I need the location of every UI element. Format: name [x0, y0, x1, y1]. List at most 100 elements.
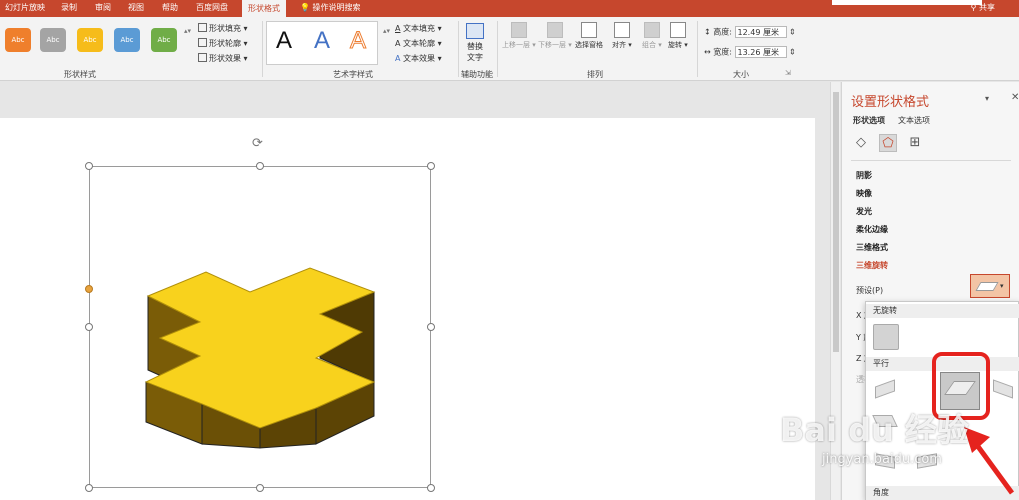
shape-style-gold[interactable]: Abc	[77, 28, 103, 52]
image-icon	[466, 23, 484, 39]
shape-fill-button[interactable]: 形状填充 ▾	[198, 23, 248, 34]
bring-forward-icon	[510, 22, 527, 38]
slide[interactable]: ⟳	[0, 118, 815, 500]
group-button[interactable]: 组合 ▾	[642, 22, 662, 50]
section-reflection[interactable]: 映像	[856, 188, 872, 199]
preset-dropdown-button[interactable]: ▾	[970, 274, 1010, 298]
scrollbar-thumb[interactable]	[833, 92, 839, 352]
gallery-header-no-rotation: 无旋转	[866, 304, 1019, 318]
tab-baidu-netdisk[interactable]: 百度网盘	[196, 2, 228, 13]
height-input[interactable]: 12.49 厘米	[734, 26, 787, 38]
bring-forward-button[interactable]: 上移一层 ▾	[502, 22, 536, 50]
shape-effects-button[interactable]: 形状效果 ▾	[198, 53, 248, 64]
group-label-size: 大小	[733, 70, 749, 79]
pane-options-chevron-icon[interactable]: ▾	[985, 94, 989, 103]
section-3d-rotation[interactable]: 三维旋转	[856, 260, 888, 271]
section-3d-format[interactable]: 三维格式	[856, 242, 888, 253]
size-dialog-launcher[interactable]: ⇲	[785, 69, 791, 77]
preset-no-rotation[interactable]	[873, 324, 899, 350]
preset-label: 预设(P)	[856, 286, 884, 295]
selection-pane-icon	[581, 22, 597, 38]
pane-title: 设置形状格式	[851, 95, 930, 110]
tab-record[interactable]: 录制	[61, 2, 77, 13]
send-backward-button[interactable]: 下移一层 ▾	[538, 22, 572, 50]
3d-cross-shape[interactable]	[130, 258, 390, 458]
shape-style-gray[interactable]: Abc	[40, 28, 66, 52]
tab-view[interactable]: 视图	[128, 2, 144, 13]
shape-outline-button[interactable]: 形状轮廓 ▾	[198, 38, 248, 49]
divider	[697, 21, 698, 77]
fill-line-icon[interactable]: ◇	[852, 134, 870, 152]
text-fill-button[interactable]: A 文本填充 ▾	[395, 23, 442, 34]
section-glow[interactable]: 发光	[856, 206, 872, 217]
resize-handle[interactable]	[427, 484, 435, 492]
adjust-handle[interactable]	[85, 285, 93, 293]
wordart-scroll-icon[interactable]: ▴▾	[383, 27, 390, 35]
rotate-handle-icon[interactable]: ⟳	[252, 136, 263, 151]
gallery-scroll-icon[interactable]: ▴▾	[184, 27, 191, 35]
watermark-logo: Bai du 经验	[780, 411, 969, 449]
paint-bucket-icon	[198, 23, 207, 32]
alt-text-button[interactable]: 替换 文字	[466, 23, 484, 63]
pen-icon	[198, 38, 207, 47]
resize-handle[interactable]	[256, 162, 264, 170]
resize-handle[interactable]	[85, 162, 93, 170]
tab-review[interactable]: 审阅	[95, 2, 111, 13]
width-input[interactable]: 13.26 厘米	[734, 46, 787, 58]
watermark-url: jingyan.baidu.com	[822, 452, 942, 467]
divider	[851, 160, 1011, 161]
person-icon: ⚲	[970, 3, 977, 12]
resize-handle[interactable]	[256, 484, 264, 492]
group-label-arrange: 排列	[587, 70, 603, 79]
shape-style-green[interactable]: Abc	[151, 28, 177, 52]
text-fill-icon: A	[395, 24, 401, 33]
group-label-accessibility: 辅助功能	[461, 70, 493, 79]
align-icon	[613, 22, 630, 38]
ribbon: Abc Abc Abc Abc Abc ▴▾ 形状填充 ▾ 形状轮廓 ▾ 形状效…	[0, 17, 1019, 81]
align-button[interactable]: 对齐 ▾	[612, 22, 632, 50]
tab-slideshow[interactable]: 幻灯片放映	[5, 2, 45, 13]
ribbon-tab-bar: 幻灯片放映 录制 审阅 视图 帮助 百度网盘 形状格式 💡 操作说明搜索 ⚲ 共…	[0, 0, 1019, 17]
tab-shape-format[interactable]: 形状格式	[242, 0, 286, 17]
text-effects-icon: A	[395, 54, 401, 63]
divider	[497, 21, 498, 77]
tab-help[interactable]: 帮助	[162, 2, 178, 13]
lightbulb-icon: 💡	[300, 3, 310, 12]
wordart-blue[interactable]: A	[314, 27, 330, 55]
text-outline-icon: A	[395, 39, 401, 48]
group-icon	[643, 22, 660, 38]
resize-handle[interactable]	[427, 162, 435, 170]
effects-icon	[198, 53, 207, 62]
height-field-row: ↕ 高度: 12.49 厘米 ⇕	[704, 26, 796, 38]
tell-me-search[interactable]: 💡 操作说明搜索	[300, 2, 361, 13]
wordart-orange-outline[interactable]: A	[349, 27, 366, 55]
section-soft-edges[interactable]: 柔化边缘	[856, 224, 888, 235]
shape-style-blue[interactable]: Abc	[114, 28, 140, 52]
preset-cube-icon	[975, 282, 999, 291]
preset-parallel-4[interactable]	[990, 378, 1016, 400]
editing-canvas: ⟳	[0, 82, 830, 500]
text-outline-button[interactable]: A 文本轮廓 ▾	[395, 38, 442, 49]
title-bar-segment	[832, 0, 982, 5]
resize-handle[interactable]	[85, 484, 93, 492]
wordart-black[interactable]: A	[276, 27, 292, 55]
text-effects-button[interactable]: A 文本效果 ▾	[395, 53, 442, 64]
send-backward-icon	[546, 22, 563, 38]
selection-pane-button[interactable]: 选择窗格	[575, 22, 603, 50]
preset-parallel-1[interactable]	[872, 378, 898, 400]
tab-shape-options[interactable]: 形状选项	[853, 115, 885, 126]
resize-handle[interactable]	[85, 323, 93, 331]
rotate-button[interactable]: 旋转 ▾	[668, 22, 688, 50]
tab-text-options[interactable]: 文本选项	[898, 115, 930, 126]
close-icon[interactable]: ✕	[1011, 92, 1019, 103]
width-field-row: ↔ 宽度: 13.26 厘米 ⇕	[704, 46, 796, 58]
shape-style-orange[interactable]: Abc	[5, 28, 31, 52]
share-button[interactable]: ⚲ 共享	[971, 2, 995, 13]
resize-handle[interactable]	[427, 323, 435, 331]
section-shadow[interactable]: 阴影	[856, 170, 872, 181]
group-label-wordart: 艺术字样式	[333, 70, 373, 79]
height-icon: ↕	[704, 27, 711, 37]
size-properties-icon[interactable]: ⊞	[906, 134, 924, 152]
effects-pentagon-icon[interactable]: ⬠	[879, 134, 897, 152]
divider	[458, 21, 459, 77]
